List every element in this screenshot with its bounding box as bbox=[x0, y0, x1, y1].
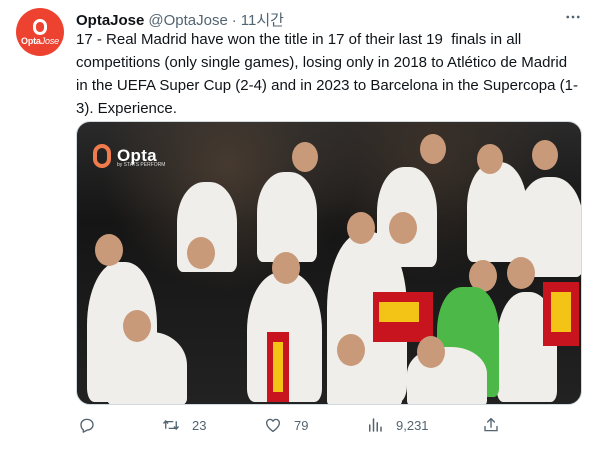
retweet-icon bbox=[162, 419, 180, 431]
views-icon bbox=[369, 418, 382, 432]
photo-figure bbox=[417, 336, 445, 368]
reply-button[interactable] bbox=[78, 416, 108, 434]
tweet-photo[interactable]: Opta by STATS PERFORM bbox=[76, 121, 582, 405]
more-icon bbox=[566, 15, 580, 19]
photo-figure bbox=[337, 334, 365, 366]
flag bbox=[379, 302, 419, 322]
tweet-actions: 23 79 9,231 bbox=[76, 416, 582, 440]
avatar[interactable]: OptaJose bbox=[16, 8, 64, 56]
separator-dot: · bbox=[231, 12, 237, 29]
photo-figure bbox=[187, 237, 215, 269]
more-button[interactable] bbox=[560, 7, 586, 27]
share-button[interactable] bbox=[482, 416, 512, 434]
opta-logo-icon bbox=[33, 18, 47, 35]
display-name[interactable]: OptaJose bbox=[76, 12, 144, 29]
timestamp[interactable]: 11시간 bbox=[241, 9, 284, 30]
photo-figure bbox=[292, 142, 318, 172]
photo-figure bbox=[532, 140, 558, 170]
photo-figure bbox=[107, 332, 187, 404]
retweet-count: 23 bbox=[192, 417, 207, 433]
handle[interactable]: @OptaJose bbox=[148, 12, 227, 29]
photo-figure bbox=[257, 172, 317, 262]
opta-watermark: Opta by STATS PERFORM bbox=[93, 144, 165, 168]
photo-figure bbox=[272, 252, 300, 284]
photo-figure bbox=[420, 134, 446, 164]
photo-figure bbox=[95, 234, 123, 266]
like-count: 79 bbox=[294, 417, 309, 433]
tweet-header: OptaJose @OptaJose · 11시간 bbox=[76, 9, 284, 30]
like-icon bbox=[265, 418, 281, 433]
reply-icon bbox=[80, 418, 94, 433]
opta-mark-icon bbox=[93, 144, 111, 168]
view-count: 9,231 bbox=[396, 417, 429, 433]
flag bbox=[273, 342, 283, 392]
views-button[interactable]: 9,231 bbox=[366, 416, 429, 434]
tweet-text: 17 - Real Madrid have won the title in 1… bbox=[76, 31, 578, 117]
photo-figure bbox=[507, 257, 535, 289]
opta-watermark-sub: by STATS PERFORM bbox=[117, 162, 166, 168]
photo-figure bbox=[389, 212, 417, 244]
photo-figure bbox=[347, 212, 375, 244]
flag bbox=[551, 292, 571, 332]
photo-figure bbox=[123, 310, 151, 342]
like-button[interactable]: 79 bbox=[264, 416, 308, 434]
photo-figure bbox=[477, 144, 503, 174]
share-icon bbox=[484, 417, 498, 432]
avatar-label: OptaJose bbox=[21, 35, 59, 46]
retweet-button[interactable]: 23 bbox=[162, 416, 206, 434]
